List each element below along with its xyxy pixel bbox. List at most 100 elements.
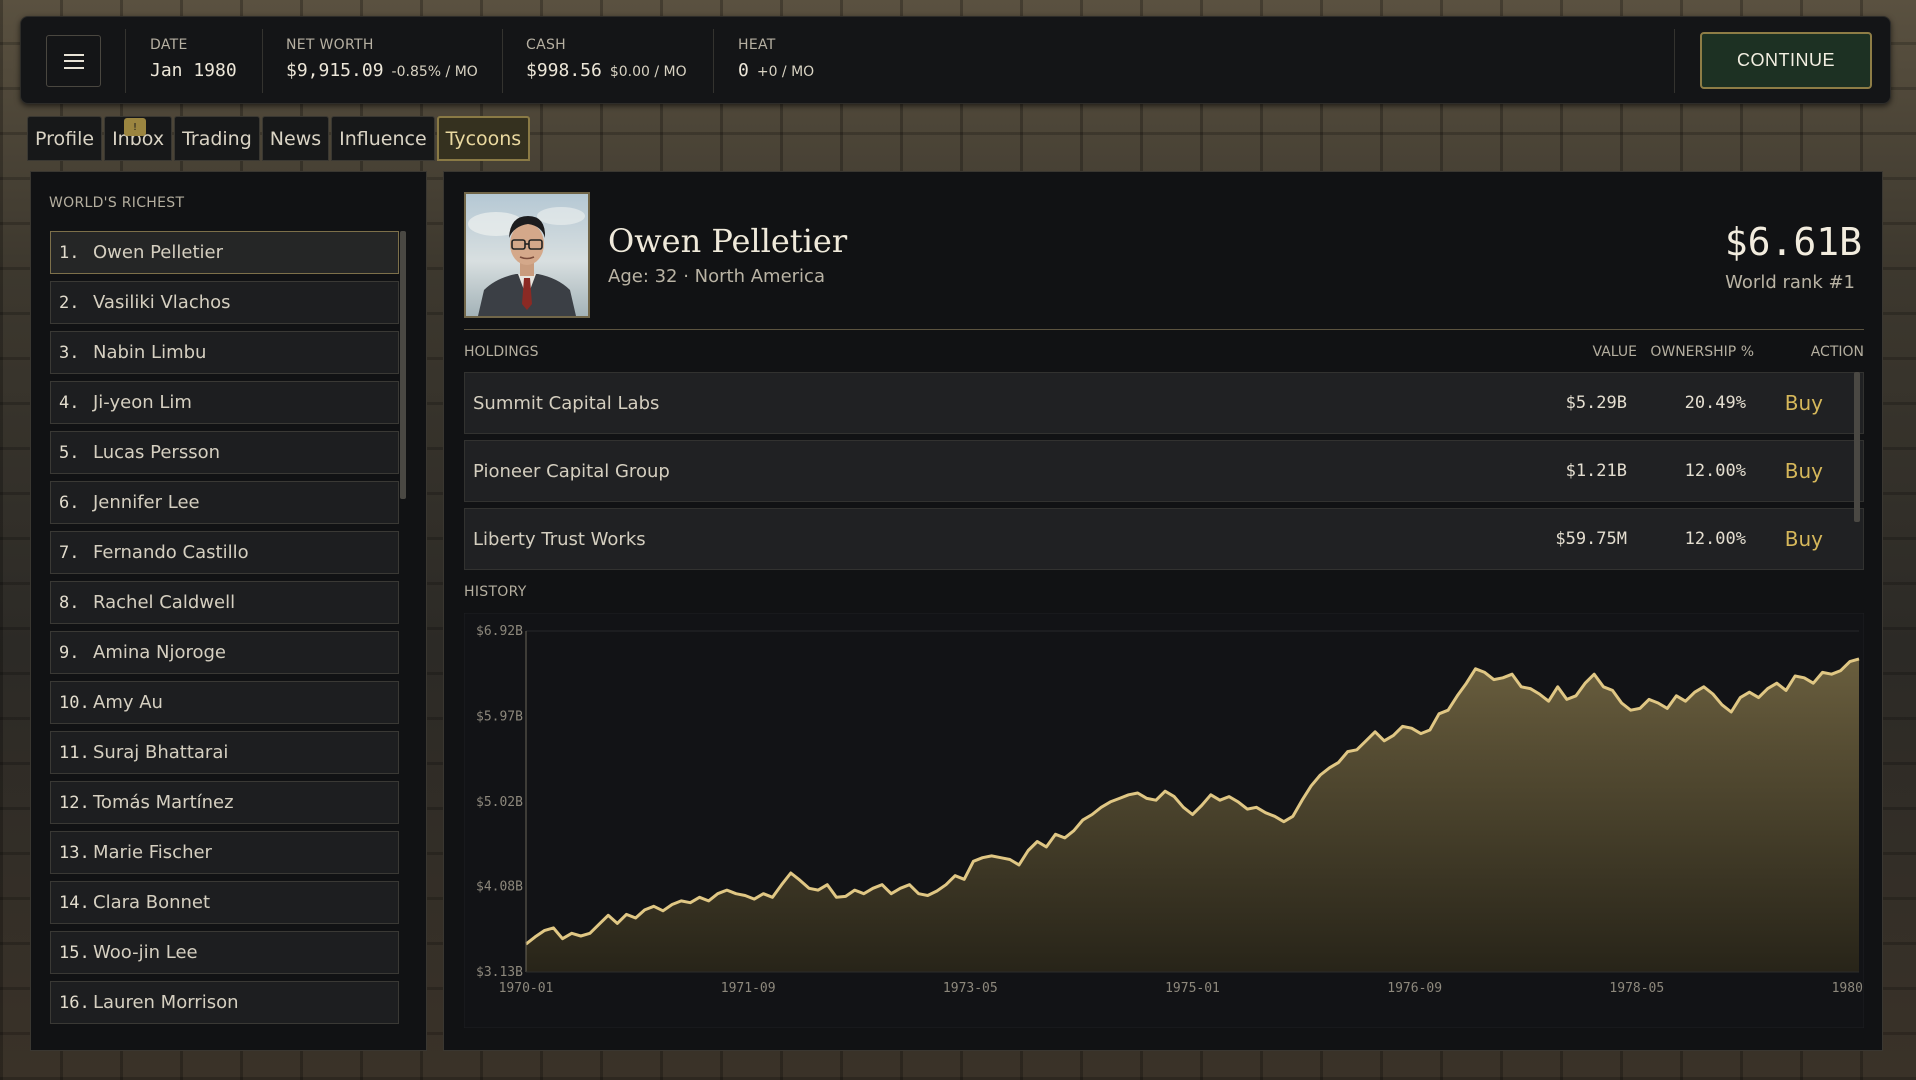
divider: [125, 29, 126, 93]
holding-name: Pioneer Capital Group: [473, 461, 670, 482]
buy-button[interactable]: Buy: [1785, 459, 1823, 483]
tycoon-name-label: Owen Pelletier: [93, 242, 223, 263]
tycoon-net-worth: $6.61B: [1724, 220, 1862, 264]
date-value: Jan 1980: [150, 60, 237, 81]
holding-name: Summit Capital Labs: [473, 393, 660, 414]
tab-profile[interactable]: Profile: [27, 116, 103, 161]
tycoon-age-region: Age: 32 · North America: [608, 266, 825, 287]
y-tick-label: $5.02B: [476, 795, 523, 810]
tycoon-name-label: Amina Njoroge: [93, 642, 227, 663]
buy-button[interactable]: Buy: [1785, 527, 1823, 551]
tycoon-name-label: Nabin Limbu: [93, 342, 207, 363]
tab-tycoons[interactable]: Tycoons: [436, 116, 531, 161]
rank-number: 12.: [59, 792, 90, 813]
holdings-scrollbar[interactable]: [1854, 372, 1860, 522]
list-item[interactable]: 12. Tomás Martínez: [50, 781, 399, 824]
list-item[interactable]: 13. Marie Fischer: [50, 831, 399, 874]
tycoon-name-label: Tomás Martínez: [93, 792, 234, 813]
net-worth-label: NET WORTH: [286, 37, 374, 53]
tycoon-name-label: Suraj Bhattarai: [93, 742, 229, 763]
holding-value: $59.75M: [1555, 529, 1627, 549]
tycoon-world-rank: World rank #1: [1725, 272, 1855, 293]
x-tick-label: 1973-05: [943, 981, 998, 996]
tycoon-name-label: Rachel Caldwell: [93, 592, 236, 613]
date-label: DATE: [150, 37, 188, 53]
rank-number: 15.: [59, 942, 90, 963]
list-item[interactable]: 3. Nabin Limbu: [50, 331, 399, 374]
y-tick-label: $5.97B: [476, 709, 523, 724]
tab-influence[interactable]: Influence: [331, 116, 435, 161]
list-item[interactable]: 2. Vasiliki Vlachos: [50, 281, 399, 324]
person-portrait-icon: [468, 207, 585, 316]
column-value-header: VALUE: [1592, 344, 1637, 360]
list-item[interactable]: 16. Lauren Morrison: [50, 981, 399, 1024]
heat-stat: HEAT 0 +0 / MO: [738, 37, 814, 81]
tycoon-name-label: Ji-yeon Lim: [93, 392, 192, 413]
divider: [502, 29, 503, 93]
net-worth-delta: -0.85% / MO: [391, 64, 478, 80]
tycoon-detail-panel: Owen Pelletier Age: 32 · North America $…: [443, 171, 1883, 1051]
cash-label: CASH: [526, 37, 566, 53]
rank-number: 13.: [59, 842, 90, 863]
rank-number: 10.: [59, 692, 90, 713]
x-tick-label: 1975-01: [1165, 981, 1220, 996]
history-chart-svg: $6.92B $5.97B $5.02B $4.08B $3.13B1970-01 197…: [464, 613, 1864, 1028]
main-tabs: Profile Inbox Trading News Influence Tyc…: [27, 116, 532, 161]
date-stat: DATE Jan 1980: [150, 37, 237, 81]
holding-ownership: 12.00%: [1684, 529, 1746, 549]
tycoon-name-label: Marie Fischer: [93, 842, 212, 863]
divider: [713, 29, 714, 93]
list-item[interactable]: 1. Owen Pelletier: [50, 231, 399, 274]
tycoon-name-label: Vasiliki Vlachos: [93, 292, 231, 313]
list-item[interactable]: 11. Suraj Bhattarai: [50, 731, 399, 774]
tab-trading[interactable]: Trading: [174, 116, 260, 161]
list-item[interactable]: 10. Amy Au: [50, 681, 399, 724]
holdings-header: HOLDINGS VALUE OWNERSHIP % ACTION: [464, 344, 1864, 364]
divider: [262, 29, 263, 93]
table-row: Liberty Trust Works $59.75M 12.00% Buy: [464, 508, 1864, 570]
x-tick-label: 1971-09: [721, 981, 776, 996]
list-item[interactable]: 5. Lucas Persson: [50, 431, 399, 474]
hamburger-icon: [63, 53, 84, 69]
rank-number: 3.: [59, 342, 80, 363]
heat-value: 0: [738, 60, 749, 81]
net-worth-value: $9,915.09: [286, 60, 384, 81]
x-tick-label: 1978-05: [1609, 981, 1664, 996]
y-tick-label: $4.08B: [476, 880, 523, 895]
rank-number: 5.: [59, 442, 80, 463]
rank-number: 6.: [59, 492, 80, 513]
inbox-notification-badge: !: [124, 118, 146, 136]
list-item[interactable]: 7. Fernando Castillo: [50, 531, 399, 574]
worlds-richest-heading: WORLD'S RICHEST: [49, 195, 185, 211]
holding-value: $5.29B: [1565, 393, 1627, 413]
section-divider: [464, 329, 1864, 330]
heat-label: HEAT: [738, 37, 776, 53]
list-item[interactable]: 14. Clara Bonnet: [50, 881, 399, 924]
rank-number: 16.: [59, 992, 90, 1013]
buy-button[interactable]: Buy: [1785, 391, 1823, 415]
holdings-heading: HOLDINGS: [464, 344, 539, 360]
column-action-header: ACTION: [1810, 344, 1864, 360]
list-item[interactable]: 8. Rachel Caldwell: [50, 581, 399, 624]
worlds-richest-panel: WORLD'S RICHEST 1. Owen Pelletier 2. Vasili…: [30, 171, 427, 1051]
list-item[interactable]: 6. Jennifer Lee: [50, 481, 399, 524]
x-tick-label: 1980-01: [1832, 981, 1864, 996]
holding-name: Liberty Trust Works: [473, 529, 646, 550]
tab-news[interactable]: News: [261, 116, 330, 161]
y-tick-label: $3.13B: [476, 965, 523, 980]
tycoon-portrait: [464, 192, 590, 318]
holdings-list: Summit Capital Labs $5.29B 20.49% Buy Pionee…: [464, 372, 1864, 576]
table-row: Pioneer Capital Group $1.21B 12.00% Buy: [464, 440, 1864, 502]
list-scrollbar[interactable]: [400, 231, 406, 499]
continue-button[interactable]: CONTINUE: [1700, 32, 1872, 89]
x-tick-label: 1976-09: [1387, 981, 1442, 996]
top-status-bar: DATE Jan 1980 NET WORTH $9,915.09 -0.85%…: [20, 16, 1891, 104]
list-item[interactable]: 4. Ji-yeon Lim: [50, 381, 399, 424]
tycoon-name: Owen Pelletier: [608, 222, 848, 260]
tycoon-name-label: Woo-jin Lee: [93, 942, 198, 963]
tycoon-name-label: Jennifer Lee: [93, 492, 200, 513]
list-item[interactable]: 9. Amina Njoroge: [50, 631, 399, 674]
list-item[interactable]: 15. Woo-jin Lee: [50, 931, 399, 974]
menu-button[interactable]: [46, 35, 101, 87]
tycoon-name-label: Lauren Morrison: [93, 992, 239, 1013]
